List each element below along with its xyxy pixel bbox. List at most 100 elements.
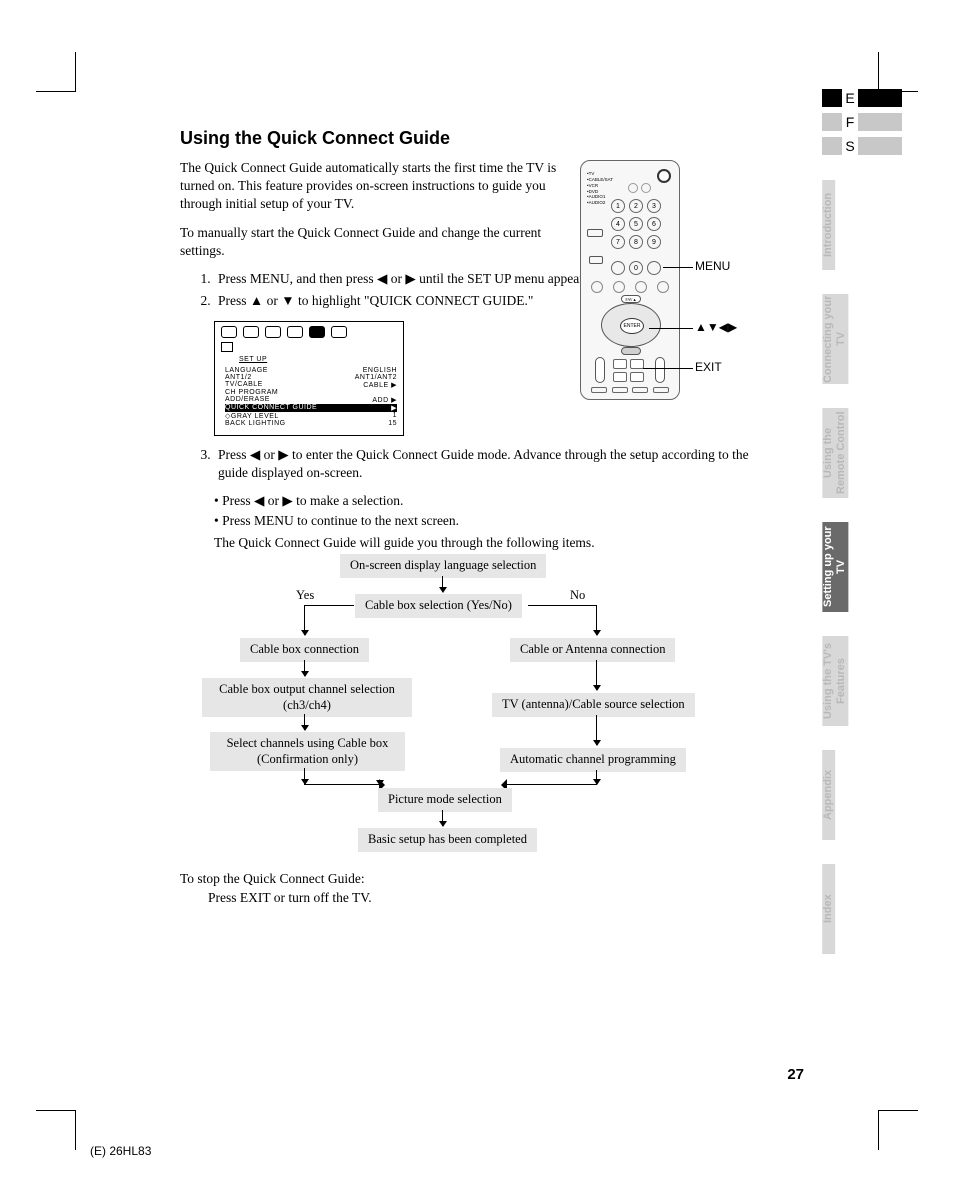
down-arrow-icon: ▼ xyxy=(281,293,294,308)
lang-square xyxy=(822,137,842,155)
remote-illustration: •TV •CABLE/SAT •VCR •DVD •AUDIO1 •AUDIO2… xyxy=(580,160,680,400)
flow-box: Cable box output channel selection (ch3/… xyxy=(202,678,412,717)
num-extra xyxy=(611,261,625,275)
crop-mark xyxy=(878,1110,918,1150)
step-3: Press ◀ or ▶ to enter the Quick Connect … xyxy=(214,446,760,482)
num-3: 3 xyxy=(647,199,661,213)
small-button xyxy=(630,359,644,369)
circle-button xyxy=(613,281,625,293)
flow-arrow xyxy=(596,605,597,635)
flow-label-no: No xyxy=(570,588,585,603)
flow-arrow xyxy=(304,768,305,784)
flow-box: Cable box selection (Yes/No) xyxy=(355,594,522,618)
tab-appendix: Appendix xyxy=(822,750,835,840)
bullet-2: • Press MENU to continue to the next scr… xyxy=(214,512,760,530)
small-button xyxy=(630,372,644,382)
page-number: 27 xyxy=(787,1066,804,1083)
txt: to highlight "QUICK CONNECT GUIDE." xyxy=(295,293,534,308)
flow-box: Basic setup has been completed xyxy=(358,828,537,852)
tab-features: Using the TV's Features xyxy=(822,636,848,726)
tv-icon xyxy=(221,342,233,352)
stop-line-2: Press EXIT or turn off the TV. xyxy=(208,889,680,908)
lang-label: E xyxy=(842,90,858,106)
callout-line xyxy=(649,328,693,329)
small-button xyxy=(613,359,627,369)
left-arrow-icon: ◀ xyxy=(254,493,264,508)
osd-value: CABLE ▶ xyxy=(363,381,397,389)
osd-label: TV/CABLE xyxy=(225,381,263,389)
flow-arrow xyxy=(442,810,443,826)
flow-line xyxy=(304,605,354,606)
osd-label: QUICK CONNECT GUIDE xyxy=(225,404,317,412)
callout-line xyxy=(643,368,693,369)
txt: or xyxy=(264,493,282,508)
flowchart: On-screen display language selection Cab… xyxy=(180,550,740,860)
num-9: 9 xyxy=(647,235,661,249)
right-arrow-icon: ▶ xyxy=(405,271,415,286)
txt: until the SET UP menu appears. xyxy=(416,271,593,286)
crop-mark xyxy=(878,52,918,92)
osd-value: ENGLISH xyxy=(363,367,397,374)
intro-para-2: To manually start the Quick Connect Guid… xyxy=(180,224,580,260)
flow-arrow xyxy=(304,605,305,635)
page-title: Using the Quick Connect Guide xyxy=(180,128,760,149)
num-2: 2 xyxy=(629,199,643,213)
txt: Press MENU, and then press xyxy=(218,271,377,286)
dpad: FAV▲ ENTER xyxy=(601,303,661,347)
lang-bar xyxy=(858,137,902,155)
left-arrow-icon: ◀ xyxy=(377,271,387,286)
callout-text: EXIT xyxy=(695,360,722,374)
osd-label: GRAY LEVEL xyxy=(231,413,279,420)
tab-remote: Using the Remote Control xyxy=(822,408,848,498)
stop-instructions: To stop the Quick Connect Guide: Press E… xyxy=(180,870,680,908)
flow-box: Cable box connection xyxy=(240,638,369,662)
circle-button xyxy=(657,281,669,293)
circle-button xyxy=(591,281,603,293)
flow-box: Automatic channel programming xyxy=(500,748,686,772)
osd-label: ADD/ERASE xyxy=(225,396,270,404)
callout-exit: EXIT xyxy=(695,360,722,374)
osd-icon xyxy=(331,326,347,338)
osd-icon xyxy=(221,326,237,338)
flow-arrow xyxy=(304,714,305,730)
num-5: 5 xyxy=(629,217,643,231)
flow-arrow xyxy=(596,770,597,784)
num-1: 1 xyxy=(611,199,625,213)
crop-mark xyxy=(36,1110,76,1150)
lang-square xyxy=(822,113,842,131)
flow-arrow xyxy=(442,576,443,592)
num-ent xyxy=(647,261,661,275)
flow-box: Select channels using Cable box (Confirm… xyxy=(210,732,405,771)
right-arrow-icon: ▶ xyxy=(278,447,288,462)
small-button xyxy=(628,183,638,193)
flow-box: TV (antenna)/Cable source selection xyxy=(492,693,695,717)
osd-value: ANT1/ANT2 xyxy=(355,374,397,381)
osd-icon xyxy=(309,326,325,338)
osd-label: LANGUAGE xyxy=(225,367,268,374)
tab-connecting: Connecting your TV xyxy=(822,294,848,384)
flow-line xyxy=(507,784,597,785)
osd-setup-menu: SET UP LANGUAGEENGLISH ANT1/2ANT1/ANT2 T… xyxy=(214,321,404,436)
remote-switches: •TV •CABLE/SAT •VCR •DVD •AUDIO1 •AUDIO2 xyxy=(587,171,613,206)
menu-button xyxy=(589,256,603,264)
flow-arrow xyxy=(596,715,597,745)
fav-button: FAV▲ xyxy=(621,295,641,303)
num-4: 4 xyxy=(611,217,625,231)
txt: Press xyxy=(218,293,250,308)
small-button xyxy=(641,183,651,193)
small-button xyxy=(591,387,607,393)
osd-value: 15 xyxy=(388,420,397,427)
osd-value: ADD ▶ xyxy=(372,396,397,404)
osd-icon xyxy=(265,326,281,338)
osd-label: BACK LIGHTING xyxy=(225,420,286,427)
lang-label: S xyxy=(842,138,858,154)
callout-text: MENU xyxy=(695,259,730,273)
crop-mark xyxy=(36,52,76,92)
lang-label: F xyxy=(842,114,858,130)
exit-button xyxy=(621,347,641,355)
osd-label: ANT1/2 xyxy=(225,374,252,381)
lang-bar xyxy=(858,113,902,131)
tab-introduction: Introduction xyxy=(822,180,835,270)
enter-button: ENTER xyxy=(620,318,644,334)
circle-button xyxy=(635,281,647,293)
